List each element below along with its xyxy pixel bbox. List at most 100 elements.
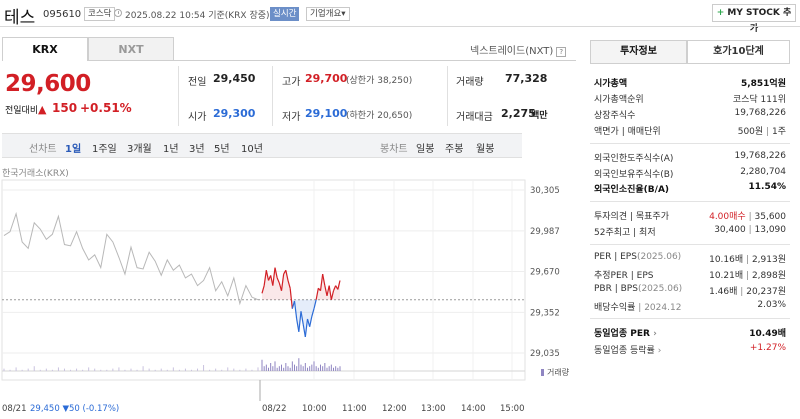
footer-span: (-0.17%) bbox=[83, 404, 120, 414]
divider bbox=[447, 66, 448, 126]
candle-weekly[interactable]: 주봉 bbox=[445, 140, 463, 155]
divider bbox=[590, 143, 790, 144]
w52-label: 52주최고 | 최저 bbox=[594, 228, 656, 238]
divider bbox=[178, 66, 179, 126]
upper-limit: (상한가 38,250) bbox=[346, 76, 413, 86]
add-mystock-button[interactable]: + MY STOCK 추가 bbox=[712, 4, 796, 34]
eper-label: 추정PER | EPS bbox=[594, 271, 654, 281]
plus-icon: + bbox=[716, 8, 728, 18]
company-overview-button[interactable]: 기업개요▾ bbox=[306, 7, 350, 21]
sector-change-row[interactable]: 동일업종 등락률 › +1.27% bbox=[594, 343, 786, 357]
per-value: 10.16배 bbox=[709, 255, 744, 265]
tab-nxt[interactable]: NXT bbox=[88, 37, 174, 61]
period-5y[interactable]: 5년 bbox=[214, 140, 230, 155]
w52-low: 13,090 bbox=[754, 225, 787, 235]
volume-label: 거래량 bbox=[456, 77, 484, 88]
volume-legend-swatch bbox=[541, 369, 544, 376]
footer-span: 29,450 bbox=[30, 404, 62, 414]
sector-change-value: +1.27% bbox=[749, 343, 786, 353]
up-arrow-icon: ▲ bbox=[38, 103, 47, 116]
realtime-badge[interactable]: 실시간 bbox=[270, 7, 300, 21]
period-3y[interactable]: 3년 bbox=[189, 140, 205, 155]
pbr-period: (2025.06) bbox=[637, 284, 683, 294]
change-label: 전일대비 bbox=[5, 106, 39, 116]
par-values: 500원 | 1주 bbox=[737, 127, 786, 137]
pbr-row: PBR | BPS(2025.06) 1.46배 | 20,237원 bbox=[594, 284, 786, 298]
open-value: 29,300 bbox=[213, 107, 256, 120]
opinion-values: 4.00매수 | 35,600 bbox=[709, 212, 786, 222]
x-tick-label: 08/21 bbox=[2, 404, 27, 414]
foreign-limit-value: 19,768,226 bbox=[734, 151, 786, 161]
pbr-values: 1.46배 | 20,237원 bbox=[709, 287, 786, 297]
x-tick-label: 11:00 bbox=[342, 404, 367, 414]
foreign-hold-row: 외국인보유주식수(B) 2,280,704 bbox=[594, 167, 786, 181]
footer-span: 50 bbox=[69, 404, 83, 414]
market-cap-row: 시가총액 5,851억원 bbox=[594, 76, 786, 90]
chevron-right-icon: › bbox=[654, 346, 662, 356]
low-label: 저가 bbox=[282, 112, 301, 123]
period-1y[interactable]: 1년 bbox=[163, 140, 179, 155]
divider bbox=[590, 318, 790, 319]
eper-value: 10.21배 bbox=[709, 271, 744, 281]
candle-daily[interactable]: 일봉 bbox=[416, 140, 434, 155]
x-tick-label: 13:00 bbox=[421, 404, 446, 414]
change-value: 150 bbox=[52, 101, 78, 115]
high-value: 29,700 bbox=[305, 72, 348, 85]
sector-per-label: 동일업종 PER bbox=[594, 329, 650, 339]
volume-value: 77,328 bbox=[505, 72, 548, 85]
shares-row: 상장주식수 19,768,226 bbox=[594, 108, 786, 122]
low-value: 29,100 bbox=[305, 107, 348, 120]
sector-per-value: 10.49배 bbox=[749, 329, 786, 339]
header-divider bbox=[0, 26, 800, 27]
per-values: 10.16배 | 2,913원 bbox=[709, 255, 786, 265]
rank-label: 시가총액순위 bbox=[594, 95, 644, 105]
foreign-limit-row: 외국인한도주식수(A) 19,768,226 bbox=[594, 151, 786, 165]
divider bbox=[272, 66, 273, 126]
open-label: 시가 bbox=[188, 112, 207, 123]
plot-frame bbox=[1, 179, 526, 381]
tab-invest-info[interactable]: 투자정보 bbox=[590, 40, 687, 64]
tab-krx[interactable]: KRX bbox=[2, 37, 88, 61]
period-10y[interactable]: 10년 bbox=[241, 140, 263, 155]
foreign-hold-value: 2,280,704 bbox=[740, 167, 786, 177]
datetime: 2025.08.22 10:54 bbox=[125, 11, 206, 21]
period-1w[interactable]: 1주일 bbox=[92, 140, 117, 155]
change-percent: +0.51% bbox=[80, 101, 132, 115]
per-period: (2025.06) bbox=[636, 252, 682, 262]
div-row: 배당수익률 | 2024.12 2.03% bbox=[594, 300, 786, 314]
market-cap-label: 시가총액 bbox=[594, 79, 628, 89]
price-chart[interactable]: 30,305 29,987 29,670 29,352 29,035 거래량 08/21 08… bbox=[0, 175, 575, 419]
y-tick-label: 30,305 bbox=[530, 186, 560, 196]
volume-label: 거래량 bbox=[547, 367, 570, 377]
sector-chg-label-wrap: 동일업종 등락률 › bbox=[594, 343, 661, 356]
tab-baseline bbox=[174, 60, 576, 61]
period-1d[interactable]: 1일 bbox=[65, 140, 81, 155]
mystock-label: MY STOCK 추가 bbox=[727, 8, 792, 34]
company-overview-label: 기업개요 bbox=[310, 9, 342, 19]
foreign-ratio-label: 외국인소진율(B/A) bbox=[594, 185, 670, 195]
opinion-label: 투자의견 | 목표주가 bbox=[594, 212, 669, 222]
tab-quote-10[interactable]: 호가10단계 bbox=[687, 40, 790, 64]
line-chart-label: 선차트 bbox=[29, 144, 57, 155]
bps-value: 20,237원 bbox=[746, 287, 786, 297]
x-tick-label: 15:00 bbox=[500, 404, 525, 414]
div-label: 배당수익률 bbox=[594, 303, 636, 313]
divider bbox=[590, 201, 790, 202]
y-tick-label: 29,035 bbox=[530, 349, 560, 359]
chevron-down-icon: ▾ bbox=[341, 9, 346, 19]
rank-value: 코스닥 111위 bbox=[732, 95, 786, 105]
div-value: 2.03% bbox=[757, 300, 786, 310]
x-tick-label: 14:00 bbox=[461, 404, 486, 414]
series-area-segment bbox=[283, 270, 286, 300]
help-icon[interactable]: ? bbox=[556, 47, 567, 57]
foreign-ratio-row: 외국인소진율(B/A) 11.54% bbox=[594, 182, 786, 196]
market-cap-value: 5,851억원 bbox=[740, 79, 786, 89]
stock-code: 095610 bbox=[43, 9, 82, 20]
foreign-hold-label: 외국인보유주식수(B) bbox=[594, 170, 674, 180]
nextrade-link[interactable]: 넥스트레이드(NXT)? bbox=[470, 42, 567, 57]
high-label: 고가 bbox=[282, 77, 301, 88]
divider bbox=[590, 244, 790, 245]
candle-monthly[interactable]: 월봉 bbox=[476, 140, 494, 155]
sector-per-row[interactable]: 동일업종 PER › 10.49배 bbox=[594, 326, 786, 340]
period-3m[interactable]: 3개월 bbox=[127, 140, 152, 155]
